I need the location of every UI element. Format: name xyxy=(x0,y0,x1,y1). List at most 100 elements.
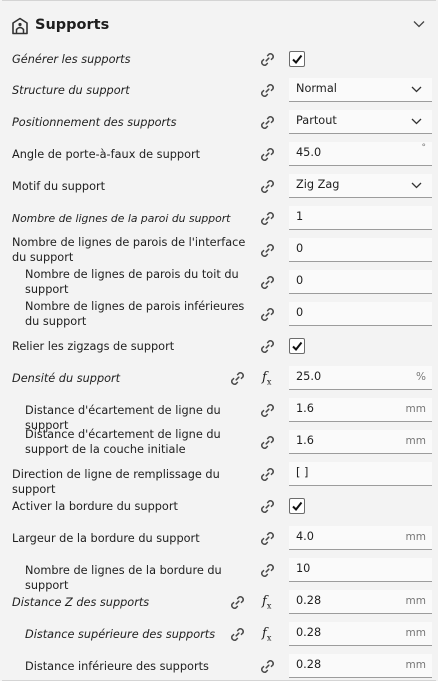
setting-row-brim-line-count: Nombre de lignes de la bordure du suppor… xyxy=(0,558,438,592)
support-pattern-dropdown[interactable]: Zig Zag xyxy=(289,174,432,198)
setting-label: Nombre de lignes de parois du toit du su… xyxy=(25,268,239,296)
infill-direction-input[interactable]: [ ] xyxy=(289,462,432,486)
link-icon[interactable] xyxy=(259,306,276,323)
setting-label: Distance Z des supports xyxy=(12,596,150,609)
z-distance-input[interactable]: 0.28 mm xyxy=(289,590,432,614)
brim-line-count-input[interactable]: 10 xyxy=(289,558,432,582)
setting-label: Nombre de lignes de parois de l'interfac… xyxy=(12,236,246,264)
setting-label: Angle de porte-à-faux de support xyxy=(12,148,201,161)
input-value: 0.28 xyxy=(296,658,322,671)
link-icon[interactable] xyxy=(259,242,276,259)
bottom-wall-count-input[interactable]: 0 xyxy=(289,302,432,326)
input-value: 4.0 xyxy=(296,530,314,543)
setting-label: Largeur de la bordure du support xyxy=(12,532,200,545)
support-density-input[interactable]: 25.0 % xyxy=(289,366,432,390)
generate-supports-checkbox[interactable] xyxy=(289,51,305,67)
setting-row-bottom-distance: Distance inférieure des supports 0.28 mm xyxy=(0,654,438,678)
link-icon[interactable] xyxy=(259,562,276,579)
link-icon[interactable] xyxy=(259,114,276,131)
unit-label: mm xyxy=(405,403,426,415)
setting-row-support-structure: Structure du support Normal xyxy=(0,78,438,102)
input-value: 0 xyxy=(296,306,304,319)
setting-label: Nombre de lignes de la paroi du support xyxy=(12,212,231,225)
unit-label: mm xyxy=(405,531,426,543)
function-icon[interactable]: fx xyxy=(262,370,276,387)
link-icon[interactable] xyxy=(259,434,276,451)
checkmark-icon xyxy=(292,54,303,65)
setting-label: Structure du support xyxy=(12,84,130,97)
input-value: 0 xyxy=(296,274,304,287)
setting-row-support-pattern: Motif du support Zig Zag xyxy=(0,174,438,198)
setting-row-enable-brim: Activer la bordure du support xyxy=(0,497,438,517)
function-icon[interactable]: fx xyxy=(262,594,276,611)
support-structure-icon xyxy=(12,17,28,35)
setting-row-support-density: Densité du support fx 25.0 % xyxy=(0,366,438,390)
bottom-distance-input[interactable]: 0.28 mm xyxy=(289,654,432,678)
link-icon[interactable] xyxy=(259,146,276,163)
setting-label: Positionnement des supports xyxy=(12,116,177,129)
support-structure-dropdown[interactable]: Normal xyxy=(289,78,432,102)
overhang-angle-input[interactable]: 45.0 ° xyxy=(289,142,432,166)
chevron-down-icon xyxy=(411,86,422,93)
input-value: 1 xyxy=(296,210,304,223)
link-icon[interactable] xyxy=(259,402,276,419)
enable-brim-checkbox[interactable] xyxy=(289,498,305,514)
link-icon[interactable] xyxy=(259,274,276,291)
setting-row-generate-supports: Générer les supports xyxy=(0,49,438,69)
setting-row-infill-direction: Direction de ligne de remplissage du sup… xyxy=(0,462,438,496)
setting-row-overhang-angle: Angle de porte-à-faux de support 45.0 ° xyxy=(0,142,438,166)
top-border xyxy=(2,0,436,1)
input-value: 45.0 xyxy=(296,146,322,159)
collapse-chevron-icon[interactable] xyxy=(413,20,425,28)
line-distance-input[interactable]: 1.6 mm xyxy=(289,398,432,422)
setting-row-support-placement: Positionnement des supports Partout xyxy=(0,110,438,134)
link-icon[interactable] xyxy=(259,51,276,68)
connect-zigzags-checkbox[interactable] xyxy=(289,338,305,354)
initial-layer-line-distance-input[interactable]: 1.6 mm xyxy=(289,430,432,454)
section-header-supports[interactable]: Supports xyxy=(0,8,438,42)
setting-row-roof-wall-count: Nombre de lignes de parois du toit du su… xyxy=(0,266,438,298)
setting-row-z-distance: Distance Z des supports fx 0.28 mm xyxy=(0,590,438,614)
link-icon[interactable] xyxy=(229,370,246,387)
setting-label: Relier les zigzags de support xyxy=(12,340,175,353)
interface-wall-count-input[interactable]: 0 xyxy=(289,238,432,262)
setting-label: Distance d'écartement de ligne du suppor… xyxy=(25,428,221,456)
unit-label: mm xyxy=(405,627,426,639)
brim-width-input[interactable]: 4.0 mm xyxy=(289,526,432,550)
wall-line-count-input[interactable]: 1 xyxy=(289,206,432,230)
input-value: 1.6 xyxy=(296,402,314,415)
top-distance-input[interactable]: 0.28 mm xyxy=(289,622,432,646)
setting-label: Direction de ligne de remplissage du sup… xyxy=(12,468,220,496)
link-icon[interactable] xyxy=(259,82,276,99)
setting-row-brim-width: Largeur de la bordure du support 4.0 mm xyxy=(0,526,438,550)
setting-label: Nombre de lignes de parois inférieures d… xyxy=(25,300,245,328)
setting-row-bottom-wall-count: Nombre de lignes de parois inférieures d… xyxy=(0,298,438,330)
link-icon[interactable] xyxy=(259,530,276,547)
link-icon[interactable] xyxy=(259,178,276,195)
setting-row-initial-layer-line-distance: Distance d'écartement de ligne du suppor… xyxy=(0,426,438,458)
input-value: 0 xyxy=(296,242,304,255)
unit-label: mm xyxy=(405,435,426,447)
link-icon[interactable] xyxy=(229,626,246,643)
input-value: 10 xyxy=(296,562,311,575)
setting-row-line-distance: Distance d'écartement de ligne du suppor… xyxy=(0,398,438,432)
support-placement-dropdown[interactable]: Partout xyxy=(289,110,432,134)
unit-label: mm xyxy=(405,595,426,607)
link-icon[interactable] xyxy=(259,658,276,675)
setting-label: Densité du support xyxy=(12,372,121,385)
function-icon[interactable]: fx xyxy=(262,626,276,643)
link-icon[interactable] xyxy=(229,594,246,611)
setting-label: Nombre de lignes de la bordure du suppor… xyxy=(25,564,222,592)
input-value: [ ] xyxy=(296,466,309,479)
dropdown-value: Zig Zag xyxy=(296,178,340,191)
link-icon[interactable] xyxy=(259,466,276,483)
setting-label: Générer les supports xyxy=(12,53,131,66)
dropdown-value: Partout xyxy=(296,114,337,127)
link-icon[interactable] xyxy=(259,498,276,515)
link-icon[interactable] xyxy=(259,338,276,355)
setting-row-wall-line-count: Nombre de lignes de la paroi du support … xyxy=(0,206,438,230)
roof-wall-count-input[interactable]: 0 xyxy=(289,270,432,294)
checkmark-icon xyxy=(292,341,303,352)
link-icon[interactable] xyxy=(259,210,276,227)
setting-label: Activer la bordure du support xyxy=(12,500,178,513)
